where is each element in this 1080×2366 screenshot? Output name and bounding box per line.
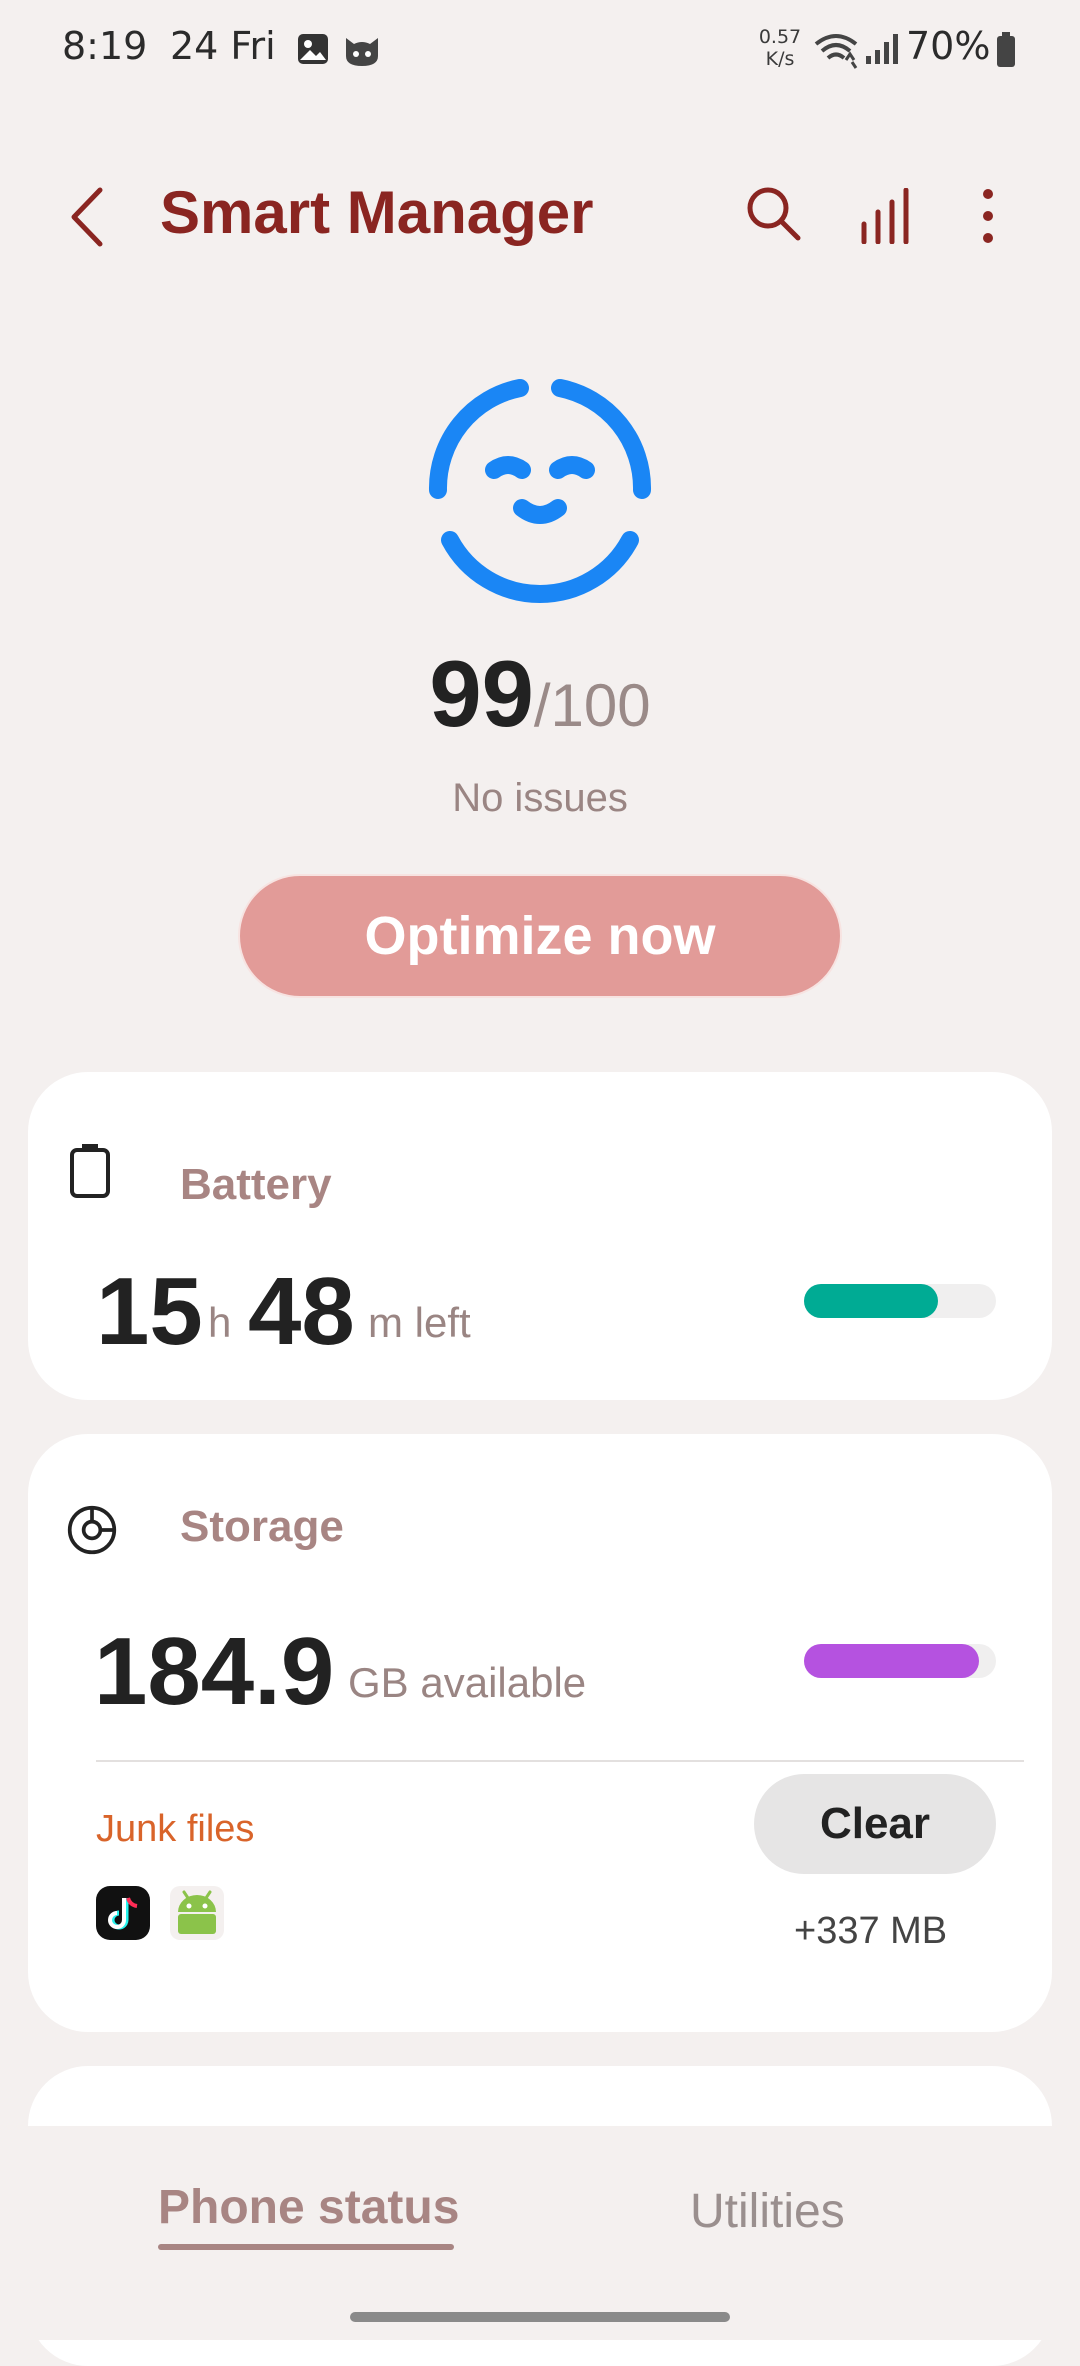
- page-title: Smart Manager: [160, 179, 594, 246]
- stats-icon[interactable]: [858, 188, 916, 244]
- battery-level-fill: [804, 1284, 939, 1318]
- battery-minutes: 48: [248, 1258, 355, 1365]
- score-status: No issues: [452, 776, 628, 820]
- active-tab-indicator: [158, 2244, 454, 2250]
- battery-card[interactable]: Battery 15 h 48 m left: [28, 1072, 1052, 1400]
- optimize-button[interactable]: Optimize now: [238, 874, 842, 998]
- battery-hours-unit: h: [208, 1299, 232, 1346]
- cell-signal-icon: [866, 34, 898, 64]
- junk-files-size: +337 MB: [794, 1910, 948, 1952]
- cat-notification-icon: [346, 38, 378, 66]
- storage-usage-fill: [804, 1644, 979, 1678]
- battery-percent: 70%: [906, 24, 991, 68]
- junk-files-label: Junk files: [96, 1808, 255, 1850]
- wifi-icon: [814, 34, 858, 69]
- home-indicator[interactable]: [350, 2312, 730, 2322]
- battery-minutes-unit: m left: [368, 1299, 471, 1346]
- storage-usage-bar: [804, 1644, 996, 1678]
- storage-title: Storage: [180, 1502, 344, 1551]
- net-speed: 0.57 K/s: [752, 26, 808, 70]
- net-speed-unit: K/s: [765, 48, 795, 70]
- search-icon[interactable]: [744, 184, 802, 242]
- status-time: 8:19: [62, 24, 148, 68]
- storage-icon: [67, 1505, 117, 1555]
- net-speed-value: 0.57: [758, 26, 802, 48]
- storage-available-value: 184.9: [94, 1618, 335, 1725]
- android-icon: [170, 1886, 224, 1940]
- divider: [96, 1760, 1024, 1762]
- health-score: 99/100: [0, 640, 1080, 748]
- battery-status-icon: [997, 32, 1015, 67]
- more-options-icon[interactable]: [968, 186, 1008, 246]
- battery-hours: 15: [96, 1258, 203, 1365]
- battery-title: Battery: [180, 1160, 332, 1209]
- battery-icon: [70, 1144, 110, 1198]
- device-care-face-icon: [428, 379, 652, 603]
- storage-available-unit: GB available: [348, 1659, 587, 1706]
- gallery-notification-icon: [298, 34, 328, 64]
- storage-card[interactable]: Storage 184.9 GB available Junk files Cl…: [28, 1434, 1052, 2032]
- battery-level-bar: [804, 1284, 996, 1318]
- tab-utilities[interactable]: Utilities: [690, 2184, 845, 2239]
- score-total: /100: [533, 672, 651, 739]
- status-bar: 8:19 24 Fri 0.57 K/s 70%: [0, 0, 1080, 105]
- bottom-nav: Phone status Utilities: [0, 2126, 1080, 2340]
- back-icon[interactable]: [64, 184, 110, 250]
- tiktok-icon: [96, 1886, 150, 1940]
- status-date: 24 Fri: [170, 24, 276, 68]
- score-value: 99: [429, 641, 534, 746]
- clear-junk-button[interactable]: Clear: [754, 1774, 996, 1874]
- tab-phone-status[interactable]: Phone status: [158, 2180, 459, 2235]
